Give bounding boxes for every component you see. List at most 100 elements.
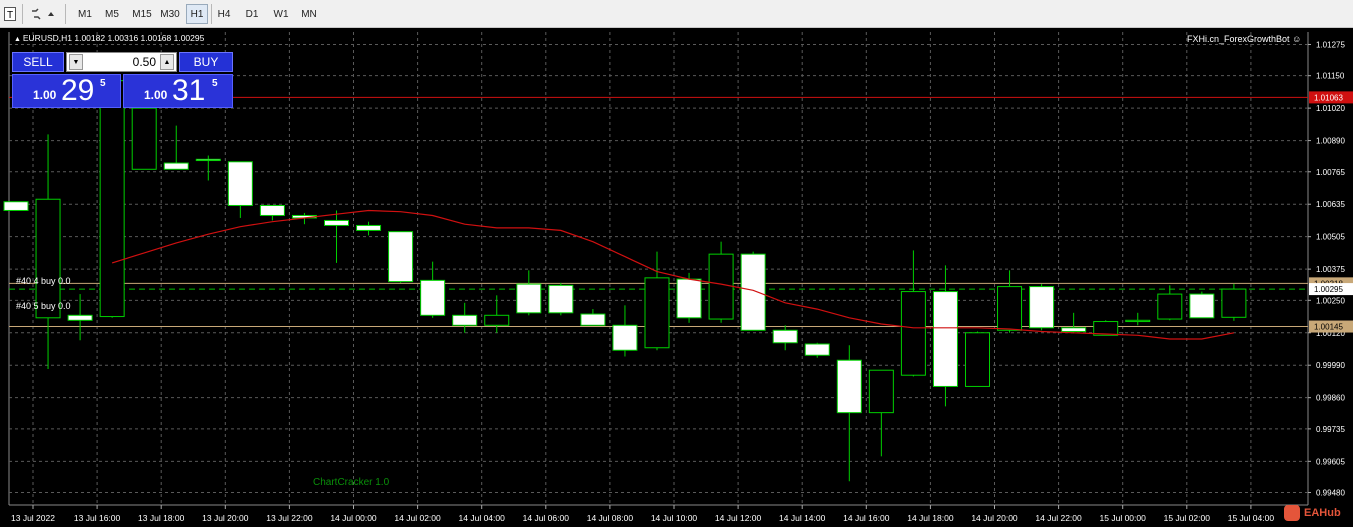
- candle-body: [612, 324, 638, 351]
- candle-body: [99, 80, 125, 318]
- price-axis-label: 0.99605: [1316, 457, 1345, 466]
- candle-body: [452, 314, 478, 326]
- timeframe-m15-button[interactable]: M15: [129, 4, 155, 24]
- candle-body: [900, 291, 926, 376]
- candle-body: [932, 291, 958, 387]
- candle-body: [965, 332, 990, 387]
- moving-average-line: [111, 209, 1235, 340]
- candle-body: [3, 201, 29, 211]
- price-axis-label: 1.00375: [1316, 265, 1345, 274]
- candle-body: [580, 313, 606, 326]
- price-axis-label: 0.99860: [1316, 394, 1345, 403]
- sell-price-pips: 29: [61, 74, 95, 107]
- time-axis-label: 13 Jul 16:00: [74, 513, 121, 523]
- order-lower-price-tag-text: 1.00145: [1314, 323, 1343, 332]
- candle-body: [388, 231, 414, 283]
- time-axis-label: 13 Jul 22:00: [266, 513, 313, 523]
- candle-body: [1189, 293, 1215, 319]
- candle-body: [772, 329, 798, 344]
- price-axis-label: 1.00250: [1316, 296, 1345, 305]
- lot-decrease-icon[interactable]: ▼: [69, 54, 83, 70]
- shapes-tool-icon[interactable]: [28, 3, 58, 25]
- candle-body: [708, 253, 734, 320]
- sell-price-prefix: 1.00: [33, 88, 57, 102]
- candle-body: [740, 253, 766, 331]
- watermark: ChartCracker 1.0: [313, 477, 390, 488]
- candle-body: [35, 198, 61, 319]
- buy-button[interactable]: BUY: [179, 52, 233, 72]
- time-axis-label: 14 Jul 18:00: [907, 513, 954, 523]
- current-price-tag-text: 1.00295: [1314, 285, 1343, 294]
- candle-body: [1061, 327, 1087, 333]
- time-axis-label: 13 Jul 2022: [11, 513, 55, 523]
- buy-price-point: 5: [212, 78, 218, 89]
- time-axis-label: 14 Jul 22:00: [1035, 513, 1082, 523]
- candle-body: [227, 161, 253, 206]
- timeframe-d1-button[interactable]: D1: [241, 4, 263, 24]
- price-axis-label: 0.99990: [1316, 361, 1345, 370]
- buy-price-button[interactable]: 1.00 31 5: [123, 74, 233, 108]
- candle-body: [356, 224, 382, 231]
- lot-increase-icon[interactable]: ▲: [160, 54, 174, 70]
- sell-price-button[interactable]: 1.00 29 5: [12, 74, 121, 108]
- price-axis-label: 1.01020: [1316, 104, 1345, 113]
- timeframe-m30-button[interactable]: M30: [157, 4, 183, 24]
- candle-body: [484, 314, 510, 326]
- candle-body: [836, 359, 862, 414]
- time-axis-label: 13 Jul 20:00: [202, 513, 249, 523]
- buy-price-pips: 31: [172, 74, 206, 107]
- timeframe-m1-button[interactable]: M1: [74, 4, 96, 24]
- timeframe-m5-button[interactable]: M5: [101, 4, 123, 24]
- price-axis-label: 0.99735: [1316, 425, 1345, 434]
- candle-body: [548, 284, 574, 314]
- time-axis-label: 14 Jul 20:00: [971, 513, 1018, 523]
- candle-body: [676, 278, 702, 319]
- candle-body: [1221, 288, 1247, 318]
- candle-body: [324, 219, 349, 226]
- time-axis-label: 14 Jul 14:00: [779, 513, 826, 523]
- time-axis-label: 14 Jul 04:00: [459, 513, 506, 523]
- text-tool-icon[interactable]: T: [2, 3, 18, 25]
- candle-body: [131, 107, 157, 170]
- time-axis-label: 15 Jul 00:00: [1100, 513, 1147, 523]
- price-axis-label: 1.00890: [1316, 137, 1345, 146]
- order-label-2: #40 5 buy 0.0: [16, 301, 71, 311]
- lot-size-field[interactable]: 0.50: [87, 55, 156, 69]
- ea-label: FXHi.cn_ForexGrowthBot ☺: [1187, 34, 1302, 44]
- eahub-logo-icon: [1284, 505, 1300, 521]
- svg-text:T: T: [7, 10, 13, 21]
- candle-body: [163, 162, 189, 170]
- one-click-trade-panel: SELL ▼ 0.50 ▲ BUY 1.00 29 5 1.00 31 5: [12, 52, 233, 108]
- candle-body: [868, 369, 894, 414]
- symbol-header: ▲ EURUSD,H1 1.00182 1.00316 1.00168 1.00…: [14, 33, 205, 43]
- lot-size-stepper[interactable]: ▼ 0.50 ▲: [66, 52, 177, 72]
- price-axis-label: 1.00505: [1316, 233, 1345, 242]
- timeframe-w1-button[interactable]: W1: [270, 4, 292, 24]
- time-axis-label: 13 Jul 18:00: [138, 513, 185, 523]
- order-label-1: #40 4 buy 0.0: [16, 276, 71, 286]
- buy-price-prefix: 1.00: [144, 88, 168, 102]
- candle-body: [420, 279, 446, 316]
- candle-body: [259, 204, 285, 216]
- candle-body: [67, 314, 93, 321]
- candle-body: [997, 286, 1023, 331]
- time-axis-label: 14 Jul 10:00: [651, 513, 698, 523]
- price-axis-label: 1.01275: [1316, 40, 1345, 49]
- timeframe-h1-button[interactable]: H1: [186, 4, 208, 24]
- time-axis-label: 14 Jul 06:00: [523, 513, 570, 523]
- price-axis-label: 0.99480: [1316, 489, 1345, 498]
- timeframe-h4-button[interactable]: H4: [213, 4, 235, 24]
- timeframe-mn-button[interactable]: MN: [298, 4, 320, 24]
- time-axis-label: 14 Jul 08:00: [587, 513, 634, 523]
- time-axis-label: 15 Jul 02:00: [1164, 513, 1211, 523]
- time-axis-label: 14 Jul 12:00: [715, 513, 762, 523]
- time-axis-label: 15 Jul 04:00: [1228, 513, 1275, 523]
- sell-button[interactable]: SELL: [12, 52, 64, 72]
- candle-body: [195, 158, 221, 162]
- candle-body: [1157, 293, 1183, 320]
- time-axis-label: 14 Jul 16:00: [843, 513, 890, 523]
- candle-body: [1029, 286, 1055, 329]
- red-line-price-tag-text: 1.01063: [1314, 93, 1343, 102]
- sell-price-point: 5: [100, 78, 106, 89]
- candle-body: [516, 283, 542, 314]
